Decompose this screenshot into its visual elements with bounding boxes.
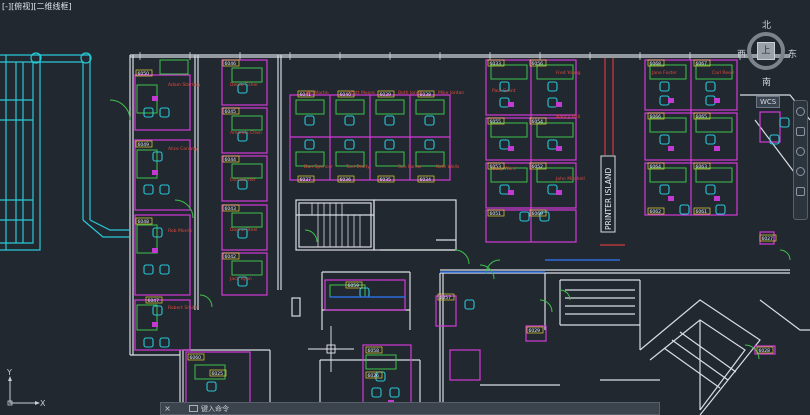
occupant-name-label: Sue Parker — [398, 164, 422, 170]
room-number: 6063 — [696, 164, 708, 170]
room-number: 6069 — [532, 211, 544, 217]
occupant-name-label: Donna Steel — [230, 227, 258, 233]
room-number: 6054 — [532, 119, 544, 125]
stairs — [311, 203, 361, 247]
occupant-name-label: Adam Sterling — [168, 82, 200, 88]
occupant-name-label: Joe Martin — [305, 90, 329, 96]
room-number: 6052 — [532, 164, 544, 170]
room-number: 6057 — [440, 295, 452, 301]
zoom-icon[interactable] — [796, 147, 805, 156]
room-number: 6036 — [340, 177, 352, 183]
room-number: 6048 — [138, 219, 150, 225]
occupant-name-label: Beth Jones — [398, 90, 423, 96]
room-number: 6045 — [225, 109, 237, 115]
occupant-name-label: Derek Fisher — [230, 82, 258, 88]
printer-island-label: PRINTER ISLAND — [604, 167, 613, 230]
room-number: 6039 — [380, 92, 392, 98]
orbit-icon[interactable] — [796, 167, 805, 176]
room-number: 6029 — [529, 328, 541, 334]
room-number: 6044 — [225, 157, 237, 163]
ucs-icon: Y X — [4, 368, 48, 410]
command-prompt-icon[interactable] — [189, 405, 198, 412]
occupant-name-label: Dan Spencer — [304, 164, 333, 170]
occupant-name-label: Fred Young — [556, 70, 581, 76]
autocad-window: PRINTER ISLAND 6050 6049 6048 6047 6046 6045 6… — [0, 0, 810, 415]
occupant-name-label: Scott Moore — [348, 90, 375, 96]
occupant-name-label: Nancy Hall — [556, 114, 580, 120]
viewcube[interactable]: 北 西 东 南 上 — [737, 18, 799, 88]
occupant-name-label: Jack Ryan — [229, 276, 252, 282]
crosshair-cursor — [308, 326, 354, 372]
viewport-controls[interactable]: [-][俯视][二维线框] — [2, 1, 72, 12]
room-number: 6060 — [190, 355, 202, 361]
command-line[interactable]: × — [160, 402, 660, 415]
occupant-name-label: Rob Morris — [168, 228, 192, 234]
occupant-name-label: Kate Wells — [436, 164, 460, 170]
occupant-name-label: Alice Conway — [168, 146, 198, 152]
showmotion-icon[interactable] — [796, 187, 805, 196]
occupant-name-label: Robert Smith — [168, 305, 198, 311]
room-number: 6034 — [420, 177, 432, 183]
room-number: 6035 — [380, 177, 392, 183]
room-number: 6067 — [696, 61, 708, 67]
occupant-name-label: Mike Jordan — [438, 90, 464, 96]
viewcube-top-face[interactable]: 上 — [757, 42, 775, 60]
drawing-canvas[interactable]: PRINTER ISLAND 6050 6049 6048 6047 6046 6045 6… — [0, 0, 810, 415]
room-number: 6056 — [532, 61, 544, 67]
command-input[interactable] — [201, 403, 621, 414]
room-number: 6059 — [348, 283, 360, 289]
occupant-name-label: Gary Ward — [492, 166, 516, 172]
room-number: 6049 — [138, 142, 150, 148]
pan-icon[interactable] — [796, 127, 805, 136]
room-number: 6047 — [148, 298, 160, 304]
room-number: 6028 — [759, 348, 771, 354]
room-number: 6061 — [696, 209, 708, 215]
room-number: 6050 — [138, 71, 150, 77]
room-number: 6043 — [225, 206, 237, 212]
room-number: 6065 — [696, 114, 708, 120]
viewcube-north[interactable]: 北 — [762, 18, 771, 31]
room-number: 6068 — [650, 61, 662, 67]
room-number: 6058 — [368, 348, 380, 354]
room-number: 6051 — [490, 211, 502, 217]
room-number: 6055 — [490, 119, 502, 125]
room-number: 6027 — [762, 236, 774, 242]
partition-blue — [330, 259, 620, 298]
navigation-bar[interactable] — [793, 100, 808, 220]
occupant-name-label: Paul Grant — [492, 88, 516, 94]
room-number: 6042 — [225, 254, 237, 260]
occupant-name-label: Carl Reed — [712, 70, 734, 76]
steering-wheel-icon[interactable] — [796, 107, 805, 116]
occupant-name-label: Jane Foster — [651, 70, 677, 76]
viewcube-west[interactable]: 西 — [737, 47, 746, 60]
occupant-name-label: Tom Brady — [345, 164, 370, 170]
room-number: 6026 — [368, 373, 380, 379]
viewcube-east[interactable]: 东 — [788, 47, 797, 60]
occupant-name-label: John Mitchell — [555, 176, 585, 182]
room-number: 6033 — [490, 61, 502, 67]
room-number: 6062 — [650, 209, 662, 215]
viewcube-south[interactable]: 南 — [762, 75, 771, 88]
building-walls — [129, 54, 810, 415]
room-number: 6025 — [212, 371, 224, 377]
close-icon[interactable]: × — [163, 404, 172, 413]
wall-grid-marks — [139, 52, 741, 60]
occupant-name-label: Amanda Chen — [230, 130, 262, 136]
wcs-menu[interactable]: WCS — [756, 96, 781, 108]
room-number: 6064 — [650, 164, 662, 170]
occupant-name-label: Lisa Hunter — [230, 177, 256, 183]
room-number: 6037 — [300, 177, 312, 183]
ucs-axes-icon — [7, 376, 40, 406]
room-number: 6046 — [225, 61, 237, 67]
exterior-structure — [0, 52, 130, 251]
room-number: 6066 — [650, 114, 662, 120]
